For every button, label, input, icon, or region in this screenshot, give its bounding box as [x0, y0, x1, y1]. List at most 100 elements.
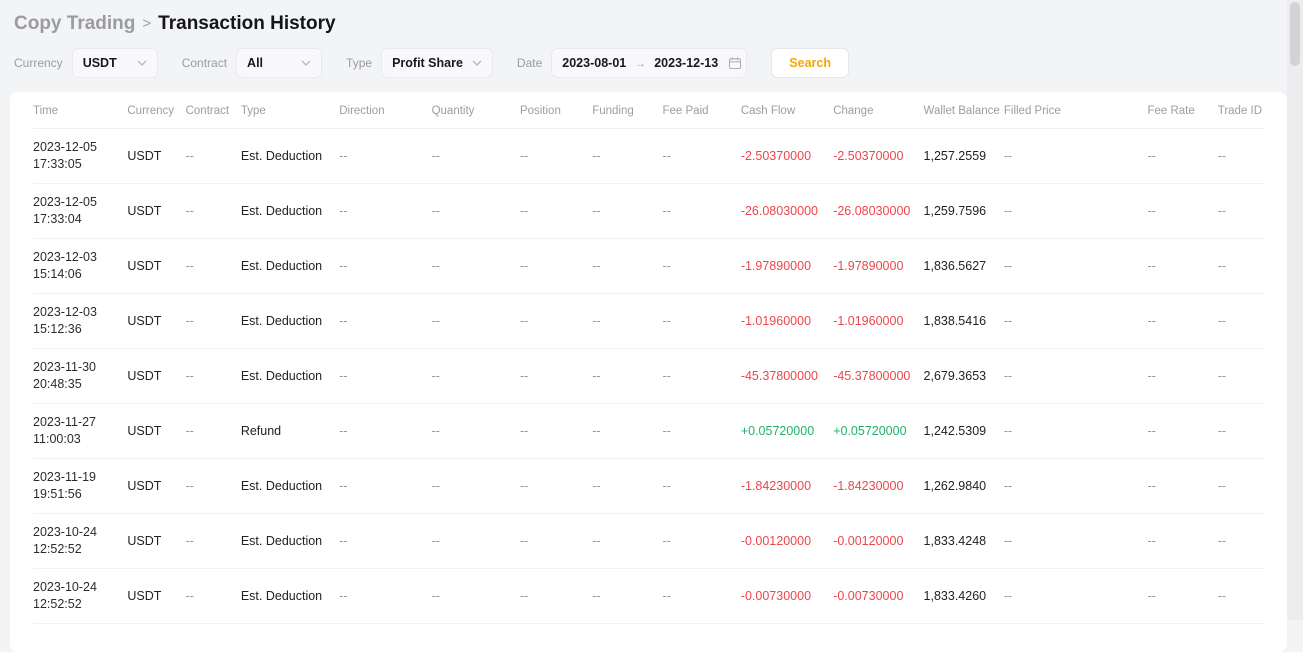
cell-direction: --	[339, 239, 431, 294]
column-header-wallet-balance: Wallet Balance	[924, 92, 1004, 129]
cell-position: --	[520, 569, 592, 624]
date-range-picker[interactable]: 2023-08-01 → 2023-12-13	[551, 48, 747, 78]
cell-date: 2023-11-19	[33, 469, 123, 486]
cell-fee-paid: --	[663, 404, 741, 459]
scrollbar-thumb[interactable]	[1290, 2, 1300, 66]
cell-date: 2023-12-05	[33, 194, 123, 211]
cell-contract: --	[186, 459, 241, 514]
column-header-funding: Funding	[592, 92, 662, 129]
breadcrumb-copy-trading[interactable]: Copy Trading	[14, 13, 135, 34]
cell-funding: --	[592, 569, 662, 624]
column-header-direction: Direction	[339, 92, 431, 129]
cell-change: +0.05720000	[833, 404, 923, 459]
cell-change: -1.01960000	[833, 294, 923, 349]
cell-date: 2023-11-27	[33, 414, 123, 431]
cell-contract: --	[186, 404, 241, 459]
cell-wallet-balance: 1,262.9840	[924, 459, 1004, 514]
cell-cash-flow: -45.37800000	[741, 349, 833, 404]
contract-select-value: All	[247, 56, 263, 70]
currency-select[interactable]: USDT	[72, 48, 158, 78]
currency-filter-label: Currency	[14, 56, 63, 70]
cell-wallet-balance: 1,259.7596	[924, 184, 1004, 239]
type-filter-label: Type	[346, 56, 372, 70]
cell-date: 2023-12-05	[33, 139, 123, 156]
cell-cash-flow: -0.00730000	[741, 569, 833, 624]
cell-funding: --	[592, 129, 662, 184]
cell-direction: --	[339, 404, 431, 459]
cell-fee-paid: --	[663, 514, 741, 569]
column-header-cash-flow: Cash Flow	[741, 92, 833, 129]
cell-cash-flow: -1.97890000	[741, 239, 833, 294]
cell-fee-rate: --	[1147, 459, 1217, 514]
cell-date: 2023-11-30	[33, 359, 123, 376]
cell-fee-paid: --	[663, 239, 741, 294]
cell-trade-id: --	[1218, 569, 1264, 624]
cell-wallet-balance: 1,836.5627	[924, 239, 1004, 294]
cell-trade-id: --	[1218, 129, 1264, 184]
cell-currency: USDT	[127, 129, 185, 184]
cell-trade-id: --	[1218, 294, 1264, 349]
cell-fee-rate: --	[1147, 184, 1217, 239]
cell-currency: USDT	[127, 404, 185, 459]
cell-position: --	[520, 459, 592, 514]
cell-quantity: --	[432, 459, 520, 514]
cell-funding: --	[592, 459, 662, 514]
cell-date: 2023-10-24	[33, 579, 123, 596]
table-row: 2023-11-19 19:51:56 USDT -- Est. Deducti…	[33, 459, 1264, 514]
cell-fee-paid: --	[663, 569, 741, 624]
date-end-value[interactable]: 2023-12-13	[654, 56, 718, 70]
calendar-icon[interactable]	[728, 56, 742, 70]
cell-funding: --	[592, 239, 662, 294]
cell-currency: USDT	[127, 239, 185, 294]
contract-select[interactable]: All	[236, 48, 322, 78]
cell-quantity: --	[432, 129, 520, 184]
cell-cash-flow: +0.05720000	[741, 404, 833, 459]
table-body: 2023-12-05 17:33:05 USDT -- Est. Deducti…	[33, 129, 1264, 624]
cell-fee-rate: --	[1147, 569, 1217, 624]
cell-direction: --	[339, 514, 431, 569]
cell-cash-flow: -26.08030000	[741, 184, 833, 239]
cell-position: --	[520, 404, 592, 459]
cell-type: Est. Deduction	[241, 514, 339, 569]
table-header-row: TimeCurrencyContractTypeDirectionQuantit…	[33, 92, 1264, 129]
scrollbar-track[interactable]	[1287, 0, 1303, 620]
column-header-position: Position	[520, 92, 592, 129]
cell-funding: --	[592, 514, 662, 569]
cell-quantity: --	[432, 514, 520, 569]
cell-wallet-balance: 1,242.5309	[924, 404, 1004, 459]
cell-funding: --	[592, 404, 662, 459]
cell-trade-id: --	[1218, 404, 1264, 459]
cell-currency: USDT	[127, 514, 185, 569]
transactions-table: TimeCurrencyContractTypeDirectionQuantit…	[33, 92, 1264, 624]
search-button[interactable]: Search	[771, 48, 849, 78]
cell-filled-price: --	[1004, 129, 1148, 184]
currency-filter-group: Currency USDT	[14, 48, 158, 78]
date-start-value[interactable]: 2023-08-01	[562, 56, 626, 70]
cell-filled-price: --	[1004, 239, 1148, 294]
type-select-value: Profit Share	[392, 56, 463, 70]
cell-type: Est. Deduction	[241, 349, 339, 404]
cell-fee-rate: --	[1147, 129, 1217, 184]
cell-direction: --	[339, 569, 431, 624]
cell-wallet-balance: 1,833.4248	[924, 514, 1004, 569]
cell-contract: --	[186, 294, 241, 349]
cell-time: 12:52:52	[33, 541, 123, 558]
cell-quantity: --	[432, 294, 520, 349]
cell-type: Est. Deduction	[241, 459, 339, 514]
cell-currency: USDT	[127, 459, 185, 514]
column-header-fee-paid: Fee Paid	[663, 92, 741, 129]
currency-select-value: USDT	[83, 56, 117, 70]
column-header-time: Time	[33, 92, 127, 129]
type-select[interactable]: Profit Share	[381, 48, 493, 78]
cell-change: -45.37800000	[833, 349, 923, 404]
cell-fee-paid: --	[663, 294, 741, 349]
cell-filled-price: --	[1004, 404, 1148, 459]
cell-type: Est. Deduction	[241, 569, 339, 624]
column-header-quantity: Quantity	[432, 92, 520, 129]
cell-currency: USDT	[127, 184, 185, 239]
filter-bar: Currency USDT Contract All Type Profit S…	[0, 35, 1287, 92]
cell-contract: --	[186, 349, 241, 404]
cell-currency: USDT	[127, 294, 185, 349]
cell-change: -0.00120000	[833, 514, 923, 569]
contract-filter-label: Contract	[182, 56, 227, 70]
